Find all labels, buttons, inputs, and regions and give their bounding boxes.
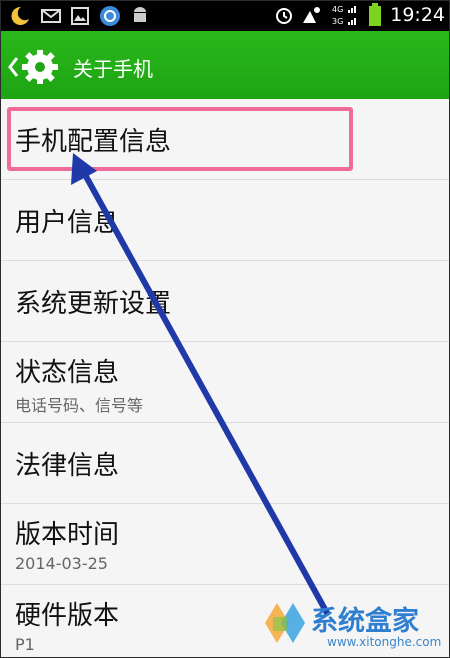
watermark-text: 系统盒家 (311, 606, 419, 637)
list-item-label: 法律信息 (15, 451, 120, 481)
clock: 19:24 (390, 4, 445, 26)
chevron-left-icon (8, 57, 19, 77)
list-item-sublabel: P1 (15, 635, 35, 654)
highlight-box (7, 107, 353, 171)
usb-debug-icon (99, 5, 121, 27)
watermark: 系统盒家 www.xitonghe.com (259, 595, 449, 655)
list-item-legal-info[interactable]: 法律信息 (1, 423, 449, 504)
phone-screen: 4G 3G 19:24 关于手机 手机配置信息 用户信息 系统更新设置 状态信息… (0, 0, 450, 658)
status-bar: 4G 3G 19:24 (1, 1, 449, 31)
list-item-label: 系统更新设置 (15, 289, 172, 319)
list-item-status-info[interactable]: 状态信息 电话号码、信号等 (1, 342, 449, 423)
list-item-sublabel: 2014-03-25 (15, 554, 108, 573)
list-item-label: 用户信息 (15, 208, 120, 238)
signal-icon: 4G 3G (332, 3, 360, 27)
watermark-url: www.xitonghe.com (327, 635, 442, 649)
alarm-icon (274, 5, 294, 25)
list-item-build-date[interactable]: 版本时间 2014-03-25 (1, 504, 449, 585)
battery-icon (368, 3, 382, 27)
action-bar: 关于手机 (1, 31, 449, 99)
mail-icon (41, 8, 61, 24)
list-item-sublabel: 电话号码、信号等 (15, 396, 144, 415)
list-item-user-info[interactable]: 用户信息 (1, 180, 449, 261)
page-title: 关于手机 (73, 57, 153, 81)
list-item-label: 状态信息 (15, 358, 120, 388)
weather-icon (302, 5, 324, 25)
network-label-4g: 4G (332, 5, 343, 14)
moon-icon (7, 5, 31, 27)
gallery-icon (71, 7, 89, 25)
back-button[interactable] (7, 49, 67, 85)
android-icon (131, 6, 149, 26)
watermark-logo-icon (265, 603, 305, 643)
network-label-3g: 3G (332, 17, 343, 26)
gear-icon (22, 49, 58, 85)
list-item-label: 硬件版本 (15, 601, 120, 631)
settings-list: 手机配置信息 用户信息 系统更新设置 状态信息 电话号码、信号等 法律信息 版本… (1, 99, 449, 657)
list-item-system-update[interactable]: 系统更新设置 (1, 261, 449, 342)
list-item-label: 版本时间 (15, 520, 120, 550)
